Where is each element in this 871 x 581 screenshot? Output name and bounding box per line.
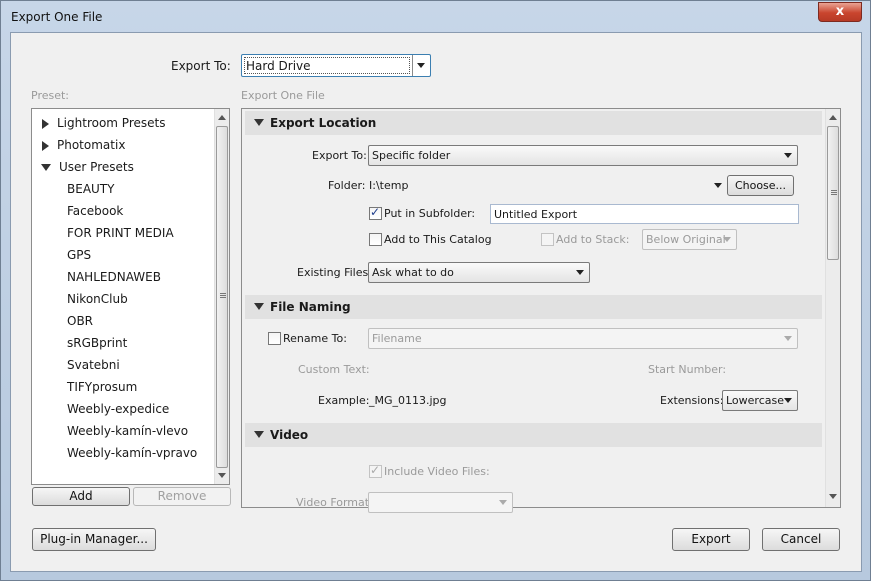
export-to-label: Export To:: [171, 59, 231, 73]
video-format-select[interactable]: [368, 492, 513, 513]
preset-group-user[interactable]: User Presets: [41, 156, 134, 178]
scroll-up-icon[interactable]: [829, 115, 837, 120]
rename-label: Rename To:: [283, 332, 347, 345]
example-label: Example:: [318, 394, 370, 407]
subfolder-checkbox[interactable]: [369, 205, 382, 220]
video-format-label: Video Format:: [296, 496, 373, 509]
preset-item[interactable]: sRGBprint: [67, 332, 127, 354]
section-export-location[interactable]: Export Location: [245, 111, 822, 135]
preset-tree[interactable]: Lightroom Presets Photomatix User Preset…: [31, 108, 230, 485]
preset-item[interactable]: NikonClub: [67, 288, 128, 310]
export-dialog-window: Export One File x Export To: Hard Drive …: [0, 0, 871, 581]
include-video-checkbox[interactable]: [369, 463, 382, 478]
scroll-down-icon[interactable]: [829, 494, 837, 499]
collapse-icon: [254, 303, 264, 310]
preset-item[interactable]: OBR: [67, 310, 93, 332]
preset-group-photomatix[interactable]: Photomatix: [42, 134, 125, 156]
subfolder-input[interactable]: Untitled Export: [490, 204, 799, 224]
title-bar[interactable]: Export One File x: [1, 1, 870, 33]
dialog-client: Export To: Hard Drive Preset: Lightroom …: [10, 32, 862, 572]
chevron-down-icon: [417, 63, 425, 68]
existing-files-label: Existing Files:: [297, 266, 372, 279]
chevron-down-icon: [723, 237, 731, 242]
expand-right-icon: [42, 140, 49, 151]
preset-item[interactable]: BEAUTY: [67, 178, 114, 200]
add-stack-checkbox[interactable]: [541, 233, 554, 246]
folder-value: I:\temp: [369, 179, 409, 192]
collapse-icon: [254, 431, 264, 438]
scroll-thumb[interactable]: [827, 126, 839, 260]
preset-item[interactable]: Svatebni: [67, 354, 120, 376]
export-to-value: Hard Drive: [246, 59, 311, 73]
section-video[interactable]: Video: [245, 423, 822, 447]
window-title: Export One File: [11, 10, 103, 24]
collapse-icon: [254, 119, 264, 126]
custom-text-label: Custom Text:: [298, 363, 370, 376]
preset-group-lightroom[interactable]: Lightroom Presets: [42, 112, 165, 134]
add-catalog-checkbox[interactable]: [369, 233, 382, 246]
preset-item[interactable]: GPS: [67, 244, 91, 266]
chevron-down-icon: [576, 270, 584, 275]
scroll-thumb[interactable]: [216, 126, 228, 468]
start-number-label: Start Number:: [648, 363, 727, 376]
combo-divider: [412, 55, 413, 76]
preset-item[interactable]: Weebly-kamín-vpravo: [67, 442, 197, 464]
extensions-label: Extensions:: [660, 394, 724, 407]
location-export-to-label: Export To:: [312, 149, 367, 162]
settings-scrollbar[interactable]: [825, 109, 840, 507]
chevron-down-icon: [784, 336, 792, 341]
preset-item[interactable]: TIFYprosum: [67, 376, 137, 398]
remove-preset-button[interactable]: Remove: [133, 487, 231, 506]
expand-right-icon: [42, 118, 49, 129]
preset-item[interactable]: Facebook: [67, 200, 123, 222]
add-stack-label: Add to Stack:: [556, 233, 630, 246]
add-catalog-label: Add to This Catalog: [384, 233, 492, 246]
close-button[interactable]: x: [818, 2, 862, 22]
rename-checkbox[interactable]: [268, 332, 281, 345]
chevron-down-icon: [499, 500, 507, 505]
close-icon: x: [835, 4, 845, 19]
preset-item[interactable]: NAHLEDNAWEB: [67, 266, 161, 288]
folder-label: Folder:: [328, 179, 366, 192]
extensions-select[interactable]: Lowercase: [722, 390, 798, 411]
settings-panel: Export Location Export To: Specific fold…: [241, 108, 841, 513]
existing-files-select[interactable]: Ask what to do: [368, 262, 590, 283]
example-value: _MG_0113.jpg: [369, 394, 447, 407]
export-button[interactable]: Export: [672, 528, 750, 551]
add-preset-button[interactable]: Add: [32, 487, 130, 506]
section-file-naming[interactable]: File Naming: [245, 295, 822, 319]
cancel-button[interactable]: Cancel: [762, 528, 840, 551]
location-export-to-select[interactable]: Specific folder: [368, 145, 798, 166]
chevron-down-icon: [784, 398, 792, 403]
expand-down-icon: [41, 164, 51, 171]
preset-item[interactable]: Weebly-kamín-vlevo: [67, 420, 188, 442]
plugin-manager-button[interactable]: Plug-in Manager...: [32, 528, 156, 551]
scroll-down-icon[interactable]: [218, 473, 226, 478]
choose-folder-button[interactable]: Choose...: [727, 175, 794, 196]
scroll-up-icon[interactable]: [218, 115, 226, 120]
rename-template-select[interactable]: Filename: [368, 328, 798, 349]
preset-item[interactable]: FOR PRINT MEDIA: [67, 222, 174, 244]
preset-label: Preset:: [31, 89, 70, 102]
stack-position-select[interactable]: Below Original: [642, 229, 737, 250]
chevron-down-icon: [784, 153, 792, 158]
preset-scrollbar[interactable]: [214, 109, 229, 484]
settings-label: Export One File: [241, 89, 325, 102]
folder-history-chevron-icon[interactable]: [714, 183, 722, 188]
preset-item[interactable]: Weebly-expedice: [67, 398, 169, 420]
include-video-label: Include Video Files:: [384, 465, 490, 478]
subfolder-label: Put in Subfolder:: [384, 207, 476, 220]
export-to-select[interactable]: Hard Drive: [241, 54, 431, 77]
